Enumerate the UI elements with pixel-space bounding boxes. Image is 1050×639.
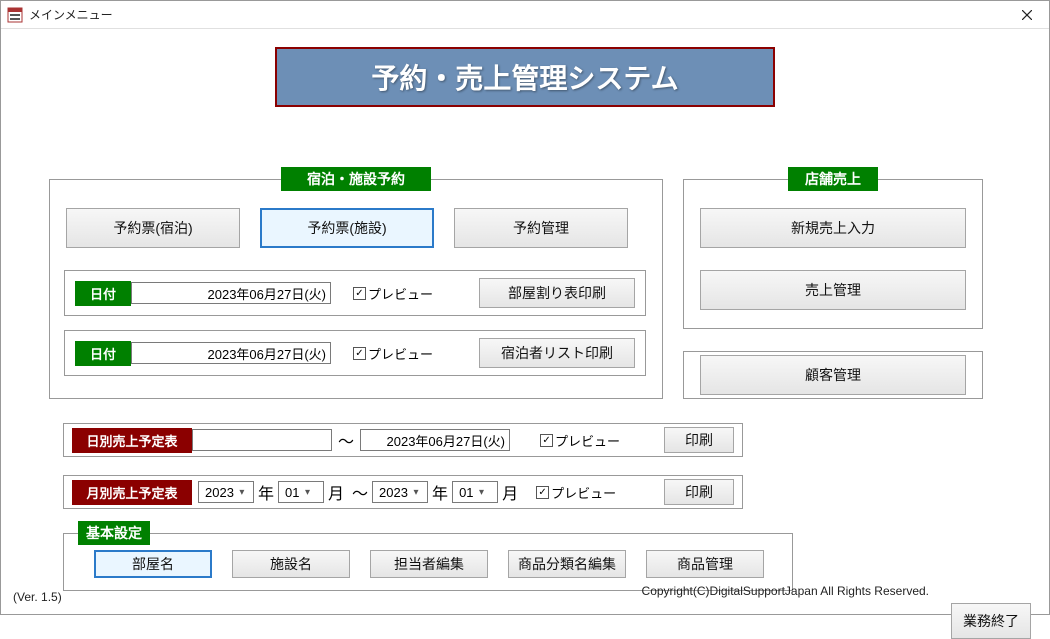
chevron-down-icon: ▾ <box>234 487 250 498</box>
chevron-down-icon: ▾ <box>299 487 315 498</box>
guest-list-row: 日付 2023年06月27日(火) ✓ プレビュー 宿泊者リスト印刷 <box>64 330 646 376</box>
sales-manage-button[interactable]: 売上管理 <box>700 270 966 310</box>
tilde-label: ～ <box>338 428 354 452</box>
room-print-button[interactable]: 部屋割り表印刷 <box>479 278 635 308</box>
room-preview-checkbox[interactable]: ✓ プレビュー <box>353 284 433 303</box>
monthly-print-button[interactable]: 印刷 <box>664 479 734 505</box>
checkbox-icon: ✓ <box>540 434 553 447</box>
app-icon <box>7 7 23 23</box>
content-area: 予約・売上管理システム 宿泊・施設予約 予約票(宿泊) 予約票(施設) 予約管理… <box>1 47 1049 107</box>
copyright-label: Copyright(C)DigitalSupportJapan All Righ… <box>642 584 929 598</box>
checkbox-icon: ✓ <box>353 347 366 360</box>
monthly-preview-label: プレビュー <box>551 483 616 502</box>
titlebar: メインメニュー <box>1 1 1049 29</box>
customer-manage-button[interactable]: 顧客管理 <box>700 355 966 395</box>
daily-to-field[interactable]: 2023年06月27日(火) <box>360 429 510 451</box>
daily-sales-row: 日別売上予定表 ～ 2023年06月27日(火) ✓ プレビュー 印刷 <box>63 423 743 457</box>
monthly-preview-checkbox[interactable]: ✓ プレビュー <box>536 483 616 502</box>
daily-print-button[interactable]: 印刷 <box>664 427 734 453</box>
sales-new-button[interactable]: 新規売上入力 <box>700 208 966 248</box>
month-suffix: 月 <box>502 480 518 504</box>
settings-staff-button[interactable]: 担当者編集 <box>370 550 488 578</box>
reservation-manage-button[interactable]: 予約管理 <box>454 208 628 248</box>
main-window: メインメニュー 予約・売上管理システム 宿泊・施設予約 予約票(宿泊) 予約票(… <box>0 0 1050 615</box>
settings-group: 基本設定 部屋名 施設名 担当者編集 商品分類名編集 商品管理 <box>63 533 793 591</box>
guest-print-button[interactable]: 宿泊者リスト印刷 <box>479 338 635 368</box>
daily-from-field[interactable] <box>192 429 332 451</box>
chevron-down-icon: ▾ <box>474 487 490 498</box>
monthly-from-month[interactable]: 01▾ <box>278 481 324 503</box>
daily-label: 日別売上予定表 <box>72 428 192 453</box>
customer-box: 顧客管理 <box>683 351 983 399</box>
monthly-sales-row: 月別売上予定表 2023▾ 年 01▾ 月 ～ 2023▾ 年 01▾ 月 ✓ … <box>63 475 743 509</box>
guest-preview-checkbox[interactable]: ✓ プレビュー <box>353 344 433 363</box>
guest-preview-label: プレビュー <box>368 344 433 363</box>
settings-product-button[interactable]: 商品管理 <box>646 550 764 578</box>
year-suffix: 年 <box>432 480 448 504</box>
reservation-facility-button[interactable]: 予約票(施設) <box>260 208 434 248</box>
sales-group-label: 店舗売上 <box>788 167 878 191</box>
monthly-to-year[interactable]: 2023▾ <box>372 481 428 503</box>
monthly-label: 月別売上予定表 <box>72 480 192 505</box>
date-label: 日付 <box>75 341 131 366</box>
reservation-group-label: 宿泊・施設予約 <box>281 167 431 191</box>
date-label: 日付 <box>75 281 131 306</box>
monthly-to-month[interactable]: 01▾ <box>452 481 498 503</box>
close-icon <box>1022 10 1032 20</box>
guest-date-field[interactable]: 2023年06月27日(火) <box>131 342 331 364</box>
room-date-field[interactable]: 2023年06月27日(火) <box>131 282 331 304</box>
daily-preview-checkbox[interactable]: ✓ プレビュー <box>540 431 620 450</box>
settings-category-button[interactable]: 商品分類名編集 <box>508 550 626 578</box>
daily-preview-label: プレビュー <box>555 431 620 450</box>
reservation-group: 宿泊・施設予約 予約票(宿泊) 予約票(施設) 予約管理 日付 2023年06月… <box>49 179 663 399</box>
month-suffix: 月 <box>328 480 344 504</box>
settings-room-button[interactable]: 部屋名 <box>94 550 212 578</box>
main-title: 予約・売上管理システム <box>275 47 775 107</box>
chevron-down-icon: ▾ <box>408 487 424 498</box>
checkbox-icon: ✓ <box>353 287 366 300</box>
room-allocation-row: 日付 2023年06月27日(火) ✓ プレビュー 部屋割り表印刷 <box>64 270 646 316</box>
settings-facility-button[interactable]: 施設名 <box>232 550 350 578</box>
window-close-button[interactable] <box>1004 1 1049 29</box>
version-label: (Ver. 1.5) <box>13 590 62 604</box>
reservation-stay-button[interactable]: 予約票(宿泊) <box>66 208 240 248</box>
room-preview-label: プレビュー <box>368 284 433 303</box>
exit-button[interactable]: 業務終了 <box>951 603 1031 639</box>
settings-group-label: 基本設定 <box>78 521 150 545</box>
year-suffix: 年 <box>258 480 274 504</box>
monthly-from-year[interactable]: 2023▾ <box>198 481 254 503</box>
checkbox-icon: ✓ <box>536 486 549 499</box>
tilde-label: ～ <box>352 480 368 504</box>
sales-group: 店舗売上 新規売上入力 売上管理 <box>683 179 983 329</box>
window-title: メインメニュー <box>29 6 1004 23</box>
